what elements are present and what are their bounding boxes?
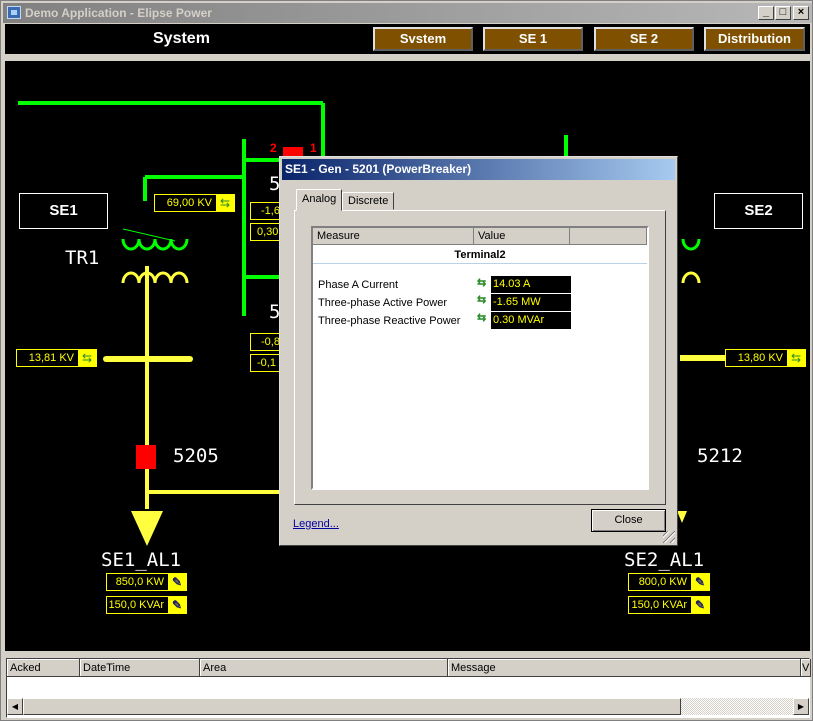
scroll-left-icon[interactable]: ◀: [7, 698, 23, 715]
horizontal-scrollbar[interactable]: ◀ ▶: [7, 698, 809, 715]
measure-value: 150,0 KVAr: [108, 599, 164, 611]
breaker-5205: [136, 445, 156, 469]
breaker-terminal-1: 1: [310, 141, 317, 155]
exchange-arrows-icon: ⇆: [78, 350, 96, 366]
screen-title: System: [153, 30, 210, 47]
exchange-arrows-icon: ⇆: [477, 277, 487, 289]
column-value[interactable]: V: [801, 659, 811, 677]
lv-voltage-se1-measure[interactable]: 13,81 KV ⇆: [16, 349, 97, 367]
resize-grip-icon[interactable]: [663, 531, 675, 543]
load-arrow-se1: [131, 511, 163, 546]
se1-load-reactive-power[interactable]: 150,0 KVAr ✎: [106, 596, 187, 614]
tab-analog[interactable]: Analog: [296, 189, 343, 211]
window-title: Demo Application - Elipse Power: [25, 6, 212, 20]
measures-grid: Measure Value Terminal2 Phase A Current …: [311, 226, 649, 490]
column-datetime[interactable]: DateTime: [80, 659, 200, 677]
hv-voltage-se1-measure[interactable]: 69,00 KV ⇆: [154, 194, 235, 212]
manual-entry-icon: ✎: [168, 574, 186, 590]
measure-value: 150,0 KVAr: [631, 599, 687, 611]
transformer-hv-winding: [121, 228, 189, 251]
lv-voltage-se2-measure[interactable]: 13,80 KV ⇆: [725, 349, 806, 367]
nav-se2-button[interactable]: SE 2: [594, 27, 694, 51]
measure-value[interactable]: -1.65 MW: [491, 294, 571, 311]
manual-entry-icon: ✎: [691, 574, 709, 590]
se2-transformer-hv-winding: [681, 238, 701, 251]
measure-label: Three-phase Reactive Power: [318, 315, 461, 327]
column-extra[interactable]: [570, 228, 647, 245]
analog-tab-panel: Measure Value Terminal2 Phase A Current …: [294, 210, 666, 505]
breaker-5212-label: 5212: [697, 445, 743, 467]
substation-se1-label[interactable]: SE1: [19, 193, 108, 229]
se1-load-active-power[interactable]: 850,0 KW ✎: [106, 573, 187, 591]
legend-link[interactable]: Legend...: [293, 518, 339, 530]
measure-value[interactable]: 14.03 A: [491, 276, 571, 293]
load-arrow-se2: [677, 511, 687, 523]
column-value[interactable]: Value: [474, 228, 570, 245]
exchange-arrows-icon: ⇆: [787, 350, 805, 366]
exchange-arrows-icon: ⇆: [477, 294, 487, 306]
title-bar: Demo Application - Elipse Power _ □ ×: [3, 3, 812, 23]
column-message[interactable]: Message: [448, 659, 801, 677]
transformer-label: TR1: [65, 247, 100, 269]
measure-value: 13,81 KV: [28, 352, 74, 364]
alarm-list: Acked DateTime Area Message V ◀ ▶: [6, 658, 811, 718]
se2-load-active-power[interactable]: 800,0 KW ✎: [628, 573, 710, 591]
column-area[interactable]: Area: [200, 659, 448, 677]
dialog-title[interactable]: SE1 - Gen - 5201 (PowerBreaker): [282, 159, 675, 180]
tab-discrete[interactable]: Discrete: [342, 192, 395, 210]
se2-transformer-lv-winding: [681, 271, 701, 284]
breaker-5205-label: 5205: [173, 445, 219, 467]
maximize-button[interactable]: □: [775, 6, 791, 20]
load-se1-label: SE1_AL1: [101, 549, 182, 571]
measure-label: Three-phase Active Power: [318, 297, 448, 309]
transformer-lv-winding: [121, 271, 189, 284]
nav-system-button[interactable]: Svstem: [373, 27, 473, 51]
nav-distribution-button[interactable]: Distribution: [704, 27, 805, 51]
scroll-right-icon[interactable]: ▶: [793, 698, 809, 715]
scrollbar-track[interactable]: [681, 698, 793, 715]
measure-value: 800,0 KW: [638, 576, 687, 588]
nav-se1-button[interactable]: SE 1: [483, 27, 583, 51]
load-se2-label: SE2_AL1: [624, 549, 705, 571]
exchange-arrows-icon: ⇆: [216, 195, 234, 211]
measure-label: Phase A Current: [318, 279, 399, 291]
breaker-terminal-2: 2: [270, 141, 277, 155]
measure-value: 850,0 KW: [115, 576, 164, 588]
manual-entry-icon: ✎: [691, 597, 709, 613]
close-window-button[interactable]: ×: [793, 6, 809, 20]
terminal-group-header: Terminal2: [313, 246, 647, 264]
measure-value: 13,80 KV: [737, 352, 783, 364]
se2-load-reactive-power[interactable]: 150,0 KVAr ✎: [628, 596, 710, 614]
column-acked[interactable]: Acked: [7, 659, 80, 677]
close-button[interactable]: Close: [591, 509, 666, 532]
measure-value: 69,00 KV: [166, 197, 212, 209]
navigation-bar: System Svstem SE 1 SE 2 Distribution: [5, 24, 810, 54]
column-measure[interactable]: Measure: [313, 228, 474, 245]
minimize-button[interactable]: _: [758, 6, 774, 20]
grid-header: Measure Value: [313, 228, 647, 245]
exchange-arrows-icon: ⇆: [477, 312, 487, 324]
manual-entry-icon: ✎: [168, 597, 186, 613]
substation-se2-label[interactable]: SE2: [714, 193, 803, 229]
breaker-details-dialog: SE1 - Gen - 5201 (PowerBreaker) Analog D…: [279, 156, 678, 546]
scrollbar-thumb[interactable]: [23, 698, 681, 715]
app-window: Demo Application - Elipse Power _ □ × Sy…: [0, 0, 813, 721]
measure-value[interactable]: 0.30 MVAr: [491, 312, 571, 329]
app-icon: [7, 6, 21, 19]
